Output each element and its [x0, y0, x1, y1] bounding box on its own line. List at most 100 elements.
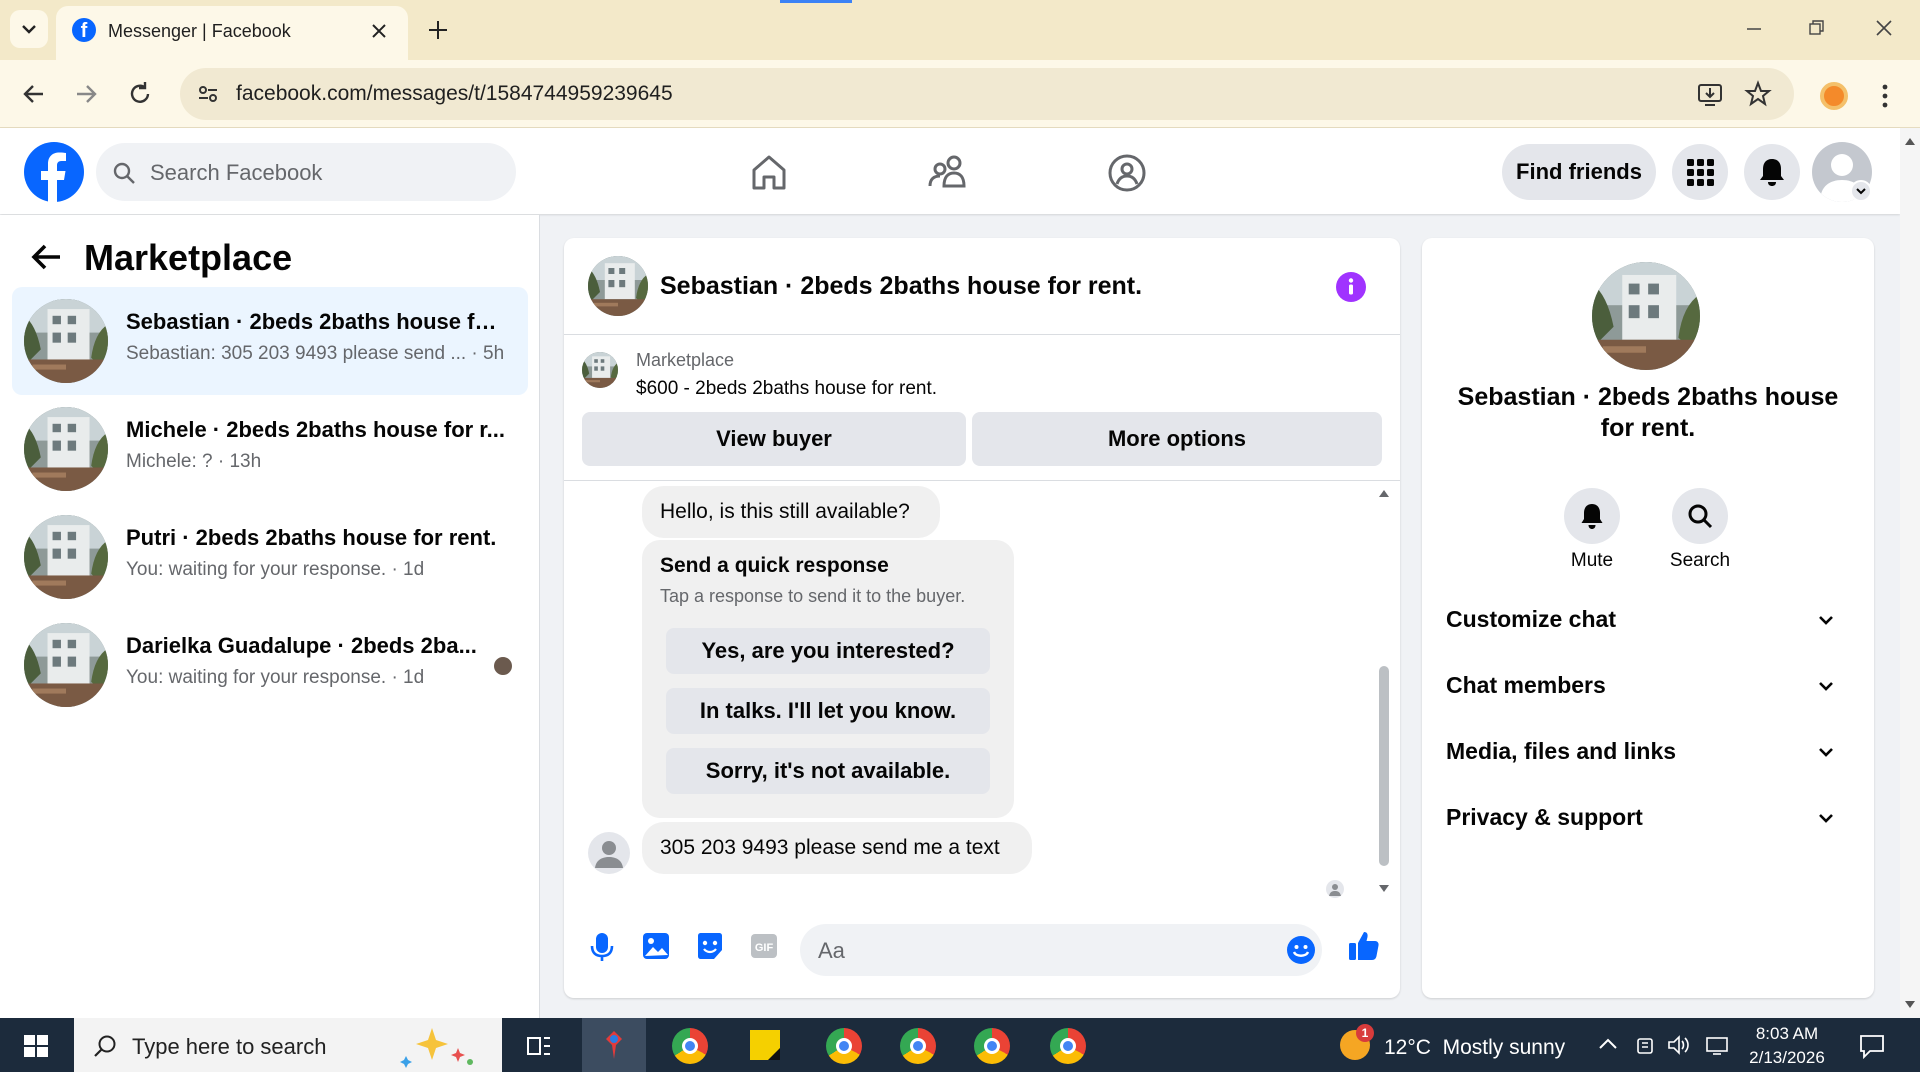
start-button[interactable] — [14, 1028, 60, 1064]
meet-now-icon[interactable] — [1634, 1034, 1656, 1056]
tab-list-button[interactable] — [10, 10, 48, 48]
groups-icon — [1108, 154, 1146, 192]
conversation-item[interactable]: Michele · 2beds 2baths house for r... Mic… — [12, 395, 528, 503]
scroll-thumb[interactable] — [1379, 666, 1389, 866]
network-icon[interactable] — [1704, 1034, 1730, 1056]
clock-date[interactable]: 2/13/2026 — [1742, 1048, 1832, 1068]
section-label: Chat members — [1446, 672, 1606, 698]
bookmark-button[interactable] — [1744, 80, 1772, 108]
reload-button[interactable] — [124, 78, 156, 110]
nav-friends-button[interactable] — [926, 150, 972, 196]
restore-window-button[interactable] — [1802, 14, 1830, 42]
send-like-button[interactable] — [1346, 928, 1382, 964]
more-options-button[interactable]: More options — [972, 412, 1382, 466]
gif-button[interactable]: GIF — [746, 928, 782, 964]
nav-home-button[interactable] — [746, 150, 792, 196]
notifications-button[interactable] — [1744, 144, 1800, 200]
windows-logo-icon — [24, 1035, 48, 1057]
install-app-button[interactable] — [1696, 80, 1724, 108]
sender-avatar[interactable] — [588, 832, 630, 874]
tray-overflow-icon[interactable] — [1598, 1036, 1618, 1052]
minimize-window-button[interactable] — [1740, 14, 1768, 42]
facebook-logo-icon[interactable] — [24, 142, 84, 202]
message-bubble[interactable]: 305 203 9493 please send me a text — [642, 822, 1032, 874]
back-button[interactable] — [18, 78, 50, 110]
listing-title[interactable]: $600 - 2beds 2baths house for rent. — [636, 378, 937, 400]
section-privacy-support[interactable]: Privacy & support — [1446, 794, 1850, 842]
new-tab-button[interactable] — [424, 16, 452, 44]
nav-groups-button[interactable] — [1104, 150, 1150, 196]
listing-thumbnail[interactable] — [582, 352, 618, 388]
page-scrollbar[interactable] — [1900, 128, 1920, 1018]
message-bubble[interactable]: Hello, is this still available? — [642, 486, 940, 538]
quick-response-not-available[interactable]: Sorry, it's not available. — [666, 748, 990, 794]
account-chevron-icon[interactable] — [1850, 180, 1872, 202]
taskbar-chrome-3[interactable] — [900, 1028, 936, 1064]
chat-header-title[interactable]: Sebastian · 2beds 2baths house for rent. — [660, 272, 1320, 301]
section-customize-chat[interactable]: Customize chat — [1446, 596, 1850, 644]
conversation-item[interactable]: Putri · 2beds 2baths house for rent. You:… — [12, 503, 528, 611]
site-info-icon[interactable] — [196, 82, 220, 106]
bell-icon — [1581, 504, 1603, 529]
loading-indicator — [780, 0, 852, 3]
message-input[interactable]: Aa — [800, 924, 1322, 976]
volume-icon[interactable] — [1666, 1034, 1690, 1056]
conversation-item[interactable]: Darielka Guadalupe · 2beds 2ba... You: wa… — [12, 611, 528, 719]
mute-button[interactable] — [1564, 488, 1620, 544]
close-window-button[interactable] — [1870, 14, 1898, 42]
conversation-avatar — [24, 407, 108, 491]
search-label: Search — [1669, 550, 1731, 571]
taskbar-chrome-5[interactable] — [1050, 1028, 1086, 1064]
taskbar-sticky-notes[interactable] — [750, 1030, 780, 1060]
message-text: 305 203 9493 please send me a text — [660, 836, 1000, 859]
search-in-conversation-button[interactable] — [1672, 488, 1728, 544]
messages-scrollbar[interactable] — [1376, 488, 1392, 900]
browser-tab-active[interactable]: f Messenger | Facebook — [56, 6, 408, 60]
search-icon — [113, 162, 135, 184]
find-friends-button[interactable]: Find friends — [1502, 144, 1656, 200]
taskbar-chrome-1[interactable] — [672, 1028, 708, 1064]
windows-taskbar: Type here to search 1 12°C Mostly sunny … — [0, 1018, 1920, 1072]
app-pin-icon — [606, 1031, 622, 1059]
attach-photo-button[interactable] — [638, 928, 674, 964]
section-media-files-links[interactable]: Media, files and links — [1446, 728, 1850, 776]
sticker-button[interactable] — [692, 928, 728, 964]
taskbar-chrome-4[interactable] — [974, 1028, 1010, 1064]
forward-button[interactable] — [70, 78, 102, 110]
kebab-menu-icon — [1882, 84, 1888, 108]
close-tab-button[interactable] — [368, 20, 390, 42]
emoji-icon[interactable] — [1286, 935, 1316, 965]
notification-center-icon[interactable] — [1858, 1032, 1886, 1060]
conversation-info-button[interactable] — [1336, 272, 1366, 302]
chat-header-avatar[interactable] — [588, 256, 648, 316]
chevron-down-icon — [1819, 682, 1833, 691]
voice-clip-button[interactable] — [584, 928, 620, 964]
install-icon — [1698, 84, 1722, 106]
facebook-search-box[interactable]: Search Facebook — [96, 143, 516, 201]
panel-title: Marketplace — [84, 237, 293, 278]
scroll-up-icon — [1379, 490, 1389, 497]
taskbar-search-box[interactable]: Type here to search — [74, 1018, 502, 1072]
facebook-favicon-icon: f — [72, 18, 96, 42]
chevron-down-icon — [1819, 748, 1833, 757]
quick-response-in-talks[interactable]: In talks. I'll let you know. — [666, 688, 990, 734]
profile-extension-icon[interactable] — [1820, 82, 1848, 110]
details-avatar[interactable] — [1592, 262, 1700, 370]
back-arrow-button[interactable] — [28, 239, 64, 275]
address-bar[interactable]: facebook.com/messages/t/1584744959239645 — [180, 68, 1794, 120]
taskbar-app-active[interactable] — [582, 1018, 646, 1072]
quick-response-yes[interactable]: Yes, are you interested? — [666, 628, 990, 674]
task-view-button[interactable] — [520, 1030, 560, 1062]
clock-time[interactable]: 8:03 AM — [1750, 1024, 1824, 1044]
conversation-item[interactable]: Sebastian · 2beds 2baths house fo... Seba… — [12, 287, 528, 395]
view-buyer-button[interactable]: View buyer — [582, 412, 966, 466]
menu-grid-button[interactable] — [1672, 144, 1728, 200]
chevron-down-icon — [1819, 814, 1833, 823]
browser-menu-button[interactable] — [1876, 82, 1894, 110]
url-text[interactable]: facebook.com/messages/t/1584744959239645 — [236, 82, 1136, 106]
taskbar-search-placeholder: Type here to search — [132, 1034, 327, 1059]
weather-widget[interactable]: 1 12°C Mostly sunny — [1336, 1024, 1572, 1068]
section-label: Media, files and links — [1446, 738, 1677, 764]
taskbar-chrome-2[interactable] — [826, 1028, 862, 1064]
section-chat-members[interactable]: Chat members — [1446, 662, 1850, 710]
